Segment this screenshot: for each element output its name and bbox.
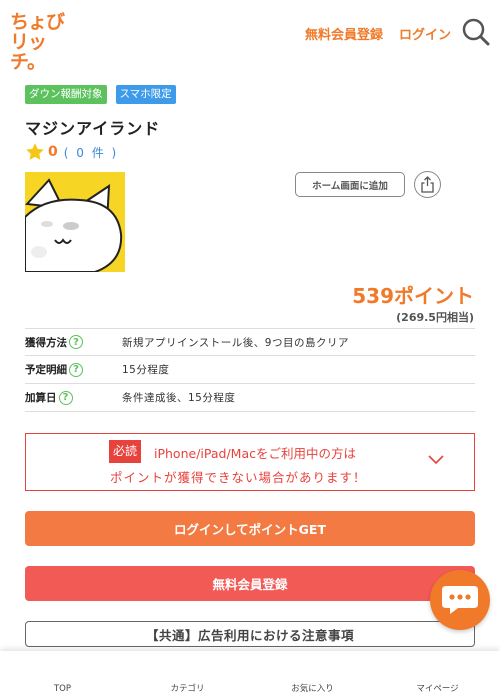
must-read-tag: 必読 xyxy=(109,440,142,463)
device-warning-notice[interactable]: 必読 iPhone/iPad/Macをご利用中の方は ポイントが獲得できない場合… xyxy=(25,433,475,491)
info-key-label: 予定明細 xyxy=(25,364,67,376)
help-icon[interactable]: ? xyxy=(58,390,73,405)
logo-line-2: リッチ。 xyxy=(10,31,47,73)
badges: ダウン報酬対象 スマホ限定 xyxy=(25,85,176,104)
points-amount: 539ポイント xyxy=(352,284,474,308)
logo-line-1: ちょび xyxy=(10,11,65,33)
rating-count: ( 0 件 ) xyxy=(63,145,119,160)
info-value: 15分程度 xyxy=(122,364,170,376)
info-table: 獲得方法 ? 新規アプリインストール後、9つ目の島クリア 予定明細 ? 15分程… xyxy=(25,328,475,412)
points-block: 539ポイント (269.5円相当) xyxy=(352,280,474,325)
chobirich-logo[interactable]: ちょび リッチ。 xyxy=(10,11,70,72)
info-key: 予定明細 ? xyxy=(25,362,122,377)
nav-favorites[interactable]: お気に入り xyxy=(250,651,375,700)
help-icon[interactable]: ? xyxy=(69,362,83,377)
add-to-home-screen-button[interactable]: ホーム画面に追加 xyxy=(295,172,405,197)
rating-value: 0 xyxy=(48,144,58,160)
chat-bubble-icon xyxy=(442,586,478,614)
info-row-acquisition: 獲得方法 ? 新規アプリインストール後、9つ目の島クリア xyxy=(25,328,475,356)
star-icon xyxy=(26,143,44,160)
app-title: マジンアイランド xyxy=(25,119,161,138)
share-button[interactable] xyxy=(414,171,441,198)
header-login-link[interactable]: ログイン xyxy=(399,24,451,43)
notice-line-1: iPhone/iPad/Macをご利用中の方は xyxy=(154,446,356,461)
share-icon xyxy=(421,176,434,193)
rating[interactable]: 0 ( 0 件 ) xyxy=(25,142,118,162)
white-cat-app-icon xyxy=(25,172,125,272)
badge-smartphone-only: スマホ限定 xyxy=(115,85,176,104)
app-icon xyxy=(25,172,125,272)
header-register-link[interactable]: 無料会員登録 xyxy=(305,24,383,43)
badge-down-reward: ダウン報酬対象 xyxy=(25,85,107,104)
info-value: 新規アプリインストール後、9つ目の島クリア xyxy=(122,336,349,349)
info-row-schedule: 予定明細 ? 15分程度 xyxy=(25,356,475,384)
header: ちょび リッチ。 無料会員登録 ログイン xyxy=(0,0,500,72)
ad-notice-button[interactable]: 【共通】広告利用における注意事項 xyxy=(25,621,475,647)
nav-category[interactable]: カテゴリ xyxy=(125,651,250,700)
bottom-nav: TOP カテゴリ お気に入り マイページ xyxy=(0,651,500,700)
nav-mypage[interactable]: マイページ xyxy=(375,651,500,700)
chat-support-button[interactable] xyxy=(430,570,490,630)
info-row-credit-date: 加算日 ? 条件達成後、15分程度 xyxy=(25,384,475,412)
notice-line-2: ポイントが獲得できない場合があります！ xyxy=(110,470,367,485)
help-icon[interactable]: ? xyxy=(69,335,83,349)
search-icon[interactable] xyxy=(461,17,491,47)
register-button[interactable]: 無料会員登録 xyxy=(25,566,475,601)
login-get-points-button[interactable]: ログインしてポイントGET xyxy=(25,511,475,546)
info-key-label: 獲得方法 xyxy=(25,336,67,349)
info-key: 加算日 ? xyxy=(25,390,122,405)
info-key: 獲得方法 ? xyxy=(25,335,122,350)
points-yen-equivalent: (269.5円相当) xyxy=(396,311,474,324)
nav-top[interactable]: TOP xyxy=(0,651,125,700)
info-value: 条件達成後、15分程度 xyxy=(122,392,236,404)
info-key-label: 加算日 xyxy=(25,392,57,404)
chevron-down-icon xyxy=(428,455,444,465)
